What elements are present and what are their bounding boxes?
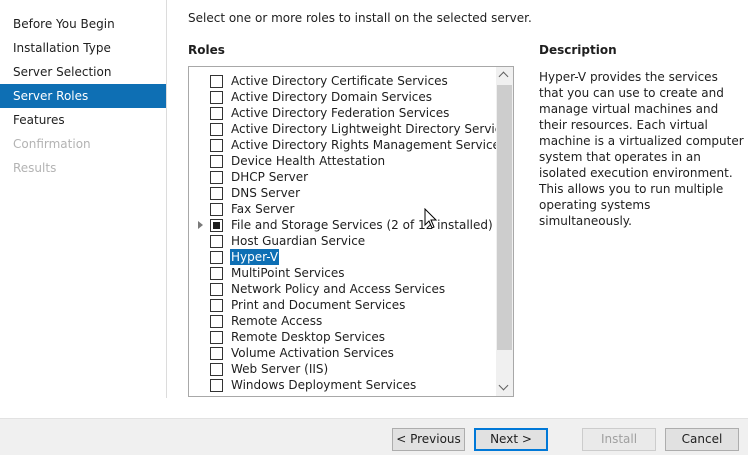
previous-button[interactable]: < Previous: [392, 428, 465, 451]
roles-scrollbar[interactable]: [496, 67, 513, 396]
role-checkbox[interactable]: [210, 363, 223, 376]
role-label[interactable]: Host Guardian Service: [231, 233, 365, 249]
wizard-navigation: Before You Begin Installation Type Serve…: [0, 0, 166, 398]
role-label[interactable]: Network Policy and Access Services: [231, 281, 445, 297]
role-row[interactable]: Network Policy and Access Services: [189, 281, 497, 297]
next-button[interactable]: Next >: [474, 428, 548, 451]
role-row[interactable]: Active Directory Domain Services: [189, 89, 497, 105]
role-row[interactable]: Remote Access: [189, 313, 497, 329]
role-row[interactable]: Volume Activation Services: [189, 345, 497, 361]
role-checkbox[interactable]: [210, 315, 223, 328]
role-row[interactable]: Fax Server: [189, 201, 497, 217]
role-checkbox[interactable]: [210, 139, 223, 152]
description-text: Hyper-V provides the services that you c…: [539, 70, 744, 228]
nav-item-features[interactable]: Features: [0, 108, 166, 132]
role-row[interactable]: Web Server (IIS): [189, 361, 497, 377]
role-checkbox[interactable]: [210, 91, 223, 104]
description-heading: Description: [539, 43, 617, 57]
role-checkbox[interactable]: [210, 235, 223, 248]
role-label[interactable]: Fax Server: [231, 201, 294, 217]
cancel-button[interactable]: Cancel: [665, 428, 739, 451]
role-row[interactable]: Hyper-V: [189, 249, 497, 265]
role-label[interactable]: Remote Desktop Services: [231, 329, 385, 345]
role-checkbox[interactable]: [210, 283, 223, 296]
role-checkbox[interactable]: [210, 107, 223, 120]
nav-divider: [166, 0, 167, 398]
nav-item-installation-type[interactable]: Installation Type: [0, 36, 166, 60]
role-checkbox[interactable]: [210, 155, 223, 168]
scroll-up-icon[interactable]: [496, 67, 513, 84]
role-checkbox[interactable]: [210, 203, 223, 216]
nav-item-server-selection[interactable]: Server Selection: [0, 60, 166, 84]
triangle-right-icon[interactable]: [198, 221, 203, 229]
role-label[interactable]: Active Directory Certificate Services: [231, 73, 448, 89]
role-label[interactable]: Windows Deployment Services: [231, 377, 416, 393]
role-row[interactable]: Active Directory Certificate Services: [189, 73, 497, 89]
nav-item-server-roles[interactable]: Server Roles: [0, 84, 166, 108]
role-label[interactable]: Print and Document Services: [231, 297, 405, 313]
role-checkbox[interactable]: [210, 251, 223, 264]
role-row[interactable]: Active Directory Rights Management Servi…: [189, 137, 506, 153]
nav-item-before-you-begin[interactable]: Before You Begin: [0, 12, 166, 36]
role-row[interactable]: MultiPoint Services: [189, 265, 497, 281]
role-checkbox[interactable]: [210, 123, 223, 136]
role-label[interactable]: Active Directory Lightweight Directory S…: [231, 121, 513, 137]
role-checkbox[interactable]: [210, 267, 223, 280]
role-label[interactable]: Volume Activation Services: [231, 345, 394, 361]
role-row[interactable]: Active Directory Lightweight Directory S…: [189, 121, 513, 137]
role-label[interactable]: Web Server (IIS): [231, 361, 328, 377]
role-checkbox[interactable]: [210, 75, 223, 88]
role-row[interactable]: Print and Document Services: [189, 297, 497, 313]
role-label[interactable]: MultiPoint Services: [231, 265, 345, 281]
role-checkbox[interactable]: [210, 187, 223, 200]
roles-list[interactable]: Active Directory Certificate Services Act…: [188, 66, 514, 397]
role-label[interactable]: Device Health Attestation: [231, 153, 385, 169]
role-label[interactable]: DNS Server: [231, 185, 300, 201]
role-row[interactable]: Windows Deployment Services: [189, 377, 497, 393]
role-label[interactable]: Active Directory Rights Management Servi…: [231, 137, 506, 153]
role-row[interactable]: DHCP Server: [189, 169, 497, 185]
role-label[interactable]: Active Directory Domain Services: [231, 89, 432, 105]
nav-item-confirmation: Confirmation: [13, 137, 91, 151]
role-row[interactable]: Device Health Attestation: [189, 153, 497, 169]
role-checkbox[interactable]: [210, 331, 223, 344]
scroll-thumb[interactable]: [497, 85, 512, 350]
nav-item-results: Results: [13, 161, 57, 175]
role-label[interactable]: File and Storage Services (2 of 12 insta…: [231, 217, 493, 233]
page-instructions: Select one or more roles to install on t…: [188, 11, 532, 25]
roles-heading: Roles: [188, 43, 225, 57]
role-row[interactable]: DNS Server: [189, 185, 497, 201]
arrow-pointer-icon: [424, 208, 438, 229]
role-row[interactable]: Active Directory Federation Services: [189, 105, 497, 121]
role-row[interactable]: Remote Desktop Services: [189, 329, 497, 345]
role-label[interactable]: Active Directory Federation Services: [231, 105, 449, 121]
role-label[interactable]: Hyper-V: [230, 249, 280, 265]
role-checkbox[interactable]: [210, 219, 223, 232]
role-row[interactable]: Host Guardian Service: [189, 233, 497, 249]
role-label[interactable]: DHCP Server: [231, 169, 308, 185]
role-checkbox[interactable]: [210, 379, 223, 392]
role-label[interactable]: Remote Access: [231, 313, 322, 329]
role-checkbox[interactable]: [210, 299, 223, 312]
role-checkbox[interactable]: [210, 171, 223, 184]
role-row[interactable]: File and Storage Services (2 of 12 insta…: [189, 217, 497, 233]
role-checkbox[interactable]: [210, 347, 223, 360]
install-button: Install: [582, 428, 656, 451]
scroll-down-icon[interactable]: [496, 379, 513, 396]
